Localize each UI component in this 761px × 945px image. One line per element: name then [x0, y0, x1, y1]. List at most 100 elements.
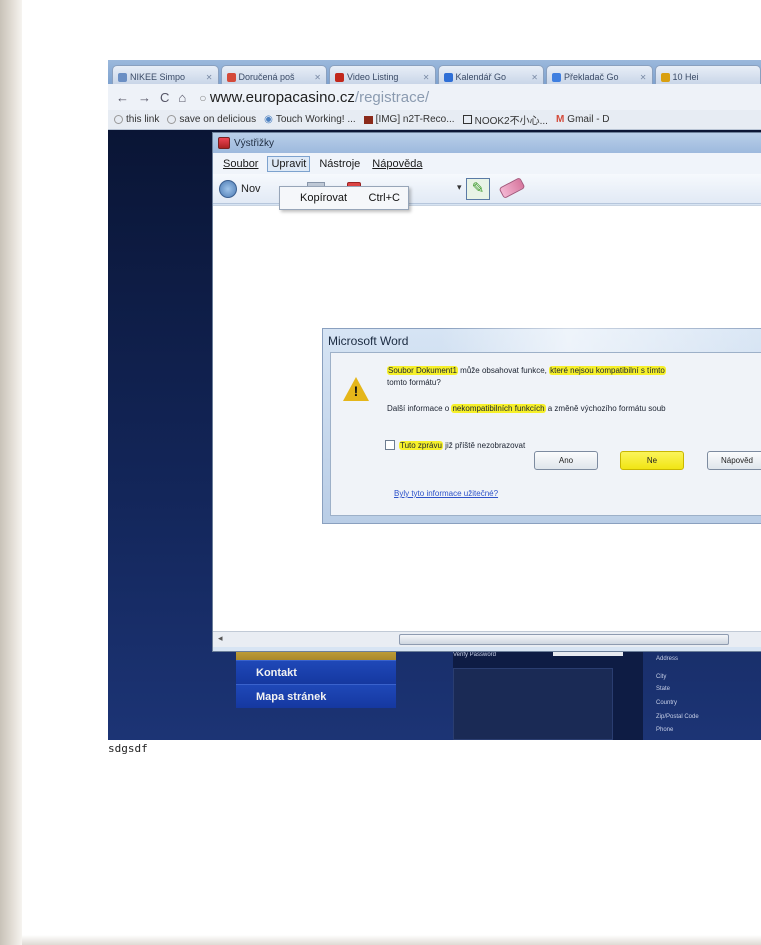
window-title-bar[interactable]: Výstřižky: [213, 133, 761, 153]
title-glow: [440, 328, 761, 352]
close-icon[interactable]: ✕: [314, 73, 321, 82]
address-bar[interactable]: ○ www.europacasino.cz/registrace/: [199, 89, 429, 106]
image-icon: [363, 115, 373, 124]
screenshot-frame: NIKEE Simpo ✕ Doručená poš ✕ Video Listing…: [108, 60, 761, 740]
bookmark-label: NOOK2不小心...: [474, 116, 548, 127]
browser-tab[interactable]: Překladač Go ✕: [546, 65, 653, 84]
word-dialog: Microsoft Word ! Soubor Dokument1 může o…: [322, 328, 761, 524]
form-label: State: [656, 686, 671, 692]
back-arrow-icon[interactable]: ←: [116, 90, 129, 105]
form-label: Country: [656, 700, 678, 706]
tab-label: Kalendář Go: [455, 72, 507, 82]
edit-menu-dropdown: Kopírovat Ctrl+C: [279, 186, 409, 210]
highlight: Tuto zprávu: [399, 441, 443, 450]
dialog-line-2: tomto formátu?: [387, 378, 441, 387]
bookmark-item[interactable]: NOOK2不小心...: [462, 112, 548, 127]
window-title: Výstřižky: [234, 137, 274, 149]
browser-tab-bar: NIKEE Simpo ✕ Doručená poš ✕ Video Listing…: [108, 60, 761, 84]
home-icon[interactable]: ⌂: [178, 90, 186, 105]
tab-favicon-icon: [118, 72, 127, 82]
yes-button[interactable]: Ano: [534, 451, 598, 470]
document-icon: [462, 115, 472, 124]
paper-bottom-edge: [22, 935, 761, 945]
tab-label: Video Listing: [347, 72, 399, 82]
form-label: City: [656, 674, 667, 680]
text: Další informace o: [387, 404, 452, 413]
menu-nastroje[interactable]: Nástroje: [316, 157, 363, 171]
new-snip-label[interactable]: Nov: [241, 183, 261, 195]
close-icon[interactable]: ✕: [423, 73, 430, 82]
browser-tab[interactable]: Doručená poš ✕: [220, 65, 327, 84]
menu-label: Soubor: [223, 157, 259, 170]
close-icon[interactable]: ✕: [531, 73, 538, 82]
highlight: Soubor Dokument1: [387, 366, 458, 375]
bookmark-item[interactable]: this link: [114, 114, 159, 125]
tab-label: Doručená poš: [238, 72, 295, 82]
bookmark-item[interactable]: M Gmail - D: [556, 114, 610, 125]
page-icon: [167, 115, 177, 124]
paper-edge: [0, 0, 22, 945]
gmail-icon: M: [555, 114, 565, 125]
dialog-title: Microsoft Word: [328, 334, 409, 348]
browser-tab[interactable]: Kalendář Go ✕: [437, 65, 544, 84]
no-button[interactable]: Ne: [620, 451, 684, 470]
tab-label: Překladač Go: [564, 72, 619, 82]
shortcut-label: Ctrl+C: [368, 192, 400, 204]
tab-label: NIKEE Simpo: [130, 72, 186, 82]
site-nav-item-kontakt[interactable]: Kontakt: [236, 660, 396, 684]
form-label: Verify Password: [453, 652, 497, 658]
warning-mark: !: [353, 383, 359, 399]
tab-favicon-icon: [660, 72, 670, 82]
close-icon[interactable]: ✕: [640, 73, 647, 82]
bookmark-item[interactable]: save on delicious: [167, 114, 256, 125]
bookmark-item[interactable]: ◉ Touch Working! ...: [264, 114, 356, 125]
browser-tab[interactable]: NIKEE Simpo ✕: [112, 65, 219, 84]
checkbox-label: Tuto zprávu již příště nezobrazovat: [399, 441, 525, 450]
translate-icon: [552, 72, 561, 82]
forward-arrow-icon[interactable]: →: [138, 90, 151, 105]
dialog-line-1: Soubor Dokument1 může obsahovat funkce, …: [387, 366, 666, 375]
dialog-line-3: Další informace o nekompatibilních funkc…: [387, 404, 666, 413]
scrollbar-thumb[interactable]: [399, 634, 729, 645]
scissors-icon: [218, 137, 230, 149]
bookmarks-bar: this link save on delicious ◉ Touch Worki…: [108, 110, 761, 130]
browser-tab[interactable]: Video Listing ✕: [329, 65, 436, 84]
highlight: nekompatibilních funkcích: [451, 404, 546, 413]
eraser-icon[interactable]: [498, 177, 526, 199]
site-nav-item-mapa[interactable]: Mapa stránek: [236, 684, 396, 708]
bookmark-label: save on delicious: [179, 114, 257, 125]
menu-label: Nástroje: [319, 157, 361, 170]
menu-soubor[interactable]: Soubor: [220, 157, 261, 171]
menu-label: Nápověda: [372, 157, 423, 170]
menu-bar: Soubor Upravit Nástroje Nápověda: [213, 153, 761, 174]
menu-item-kopirovat[interactable]: Kopírovat: [300, 192, 347, 204]
url-domain: www.europacasino.cz: [209, 88, 355, 106]
new-snip-icon[interactable]: [219, 179, 237, 198]
bookmark-item[interactable]: [IMG] n2T-Reco...: [363, 114, 455, 125]
url-path: /registrace/: [354, 88, 430, 106]
reload-icon[interactable]: C: [160, 90, 169, 105]
menu-label: Upravit: [271, 157, 307, 170]
menu-napoveda[interactable]: Nápověda: [369, 157, 425, 171]
chevron-down-icon[interactable]: ▾: [457, 182, 462, 193]
horizontal-scrollbar[interactable]: ◂: [213, 631, 761, 647]
touch-icon: ◉: [264, 114, 273, 125]
bookmark-label: this link: [126, 114, 160, 125]
browser-nav-bar: ← → C ⌂ ○ www.europacasino.cz/registrace…: [108, 84, 761, 110]
caption-text: sdgsdf: [108, 742, 148, 755]
form-label: Zip/Postal Code: [656, 714, 699, 720]
pen-icon[interactable]: ✎: [466, 178, 490, 200]
browser-tab[interactable]: 10 Hei: [654, 65, 761, 84]
menu-upravit[interactable]: Upravit: [267, 155, 311, 172]
page-icon: [114, 115, 123, 124]
video-icon: [335, 72, 344, 82]
dialog-body: ! Soubor Dokument1 může obsahovat funkce…: [330, 352, 761, 516]
scroll-left-icon[interactable]: ◂: [218, 633, 223, 644]
calendar-icon: [443, 72, 453, 82]
feedback-link[interactable]: Byly tyto informace užitečné?: [394, 489, 498, 498]
help-button[interactable]: Nápověd: [707, 451, 761, 470]
dont-show-checkbox[interactable]: [385, 440, 395, 450]
form-label: Address: [656, 656, 679, 662]
text: může obsahovat funkce,: [457, 366, 550, 375]
close-icon[interactable]: ✕: [206, 73, 213, 82]
